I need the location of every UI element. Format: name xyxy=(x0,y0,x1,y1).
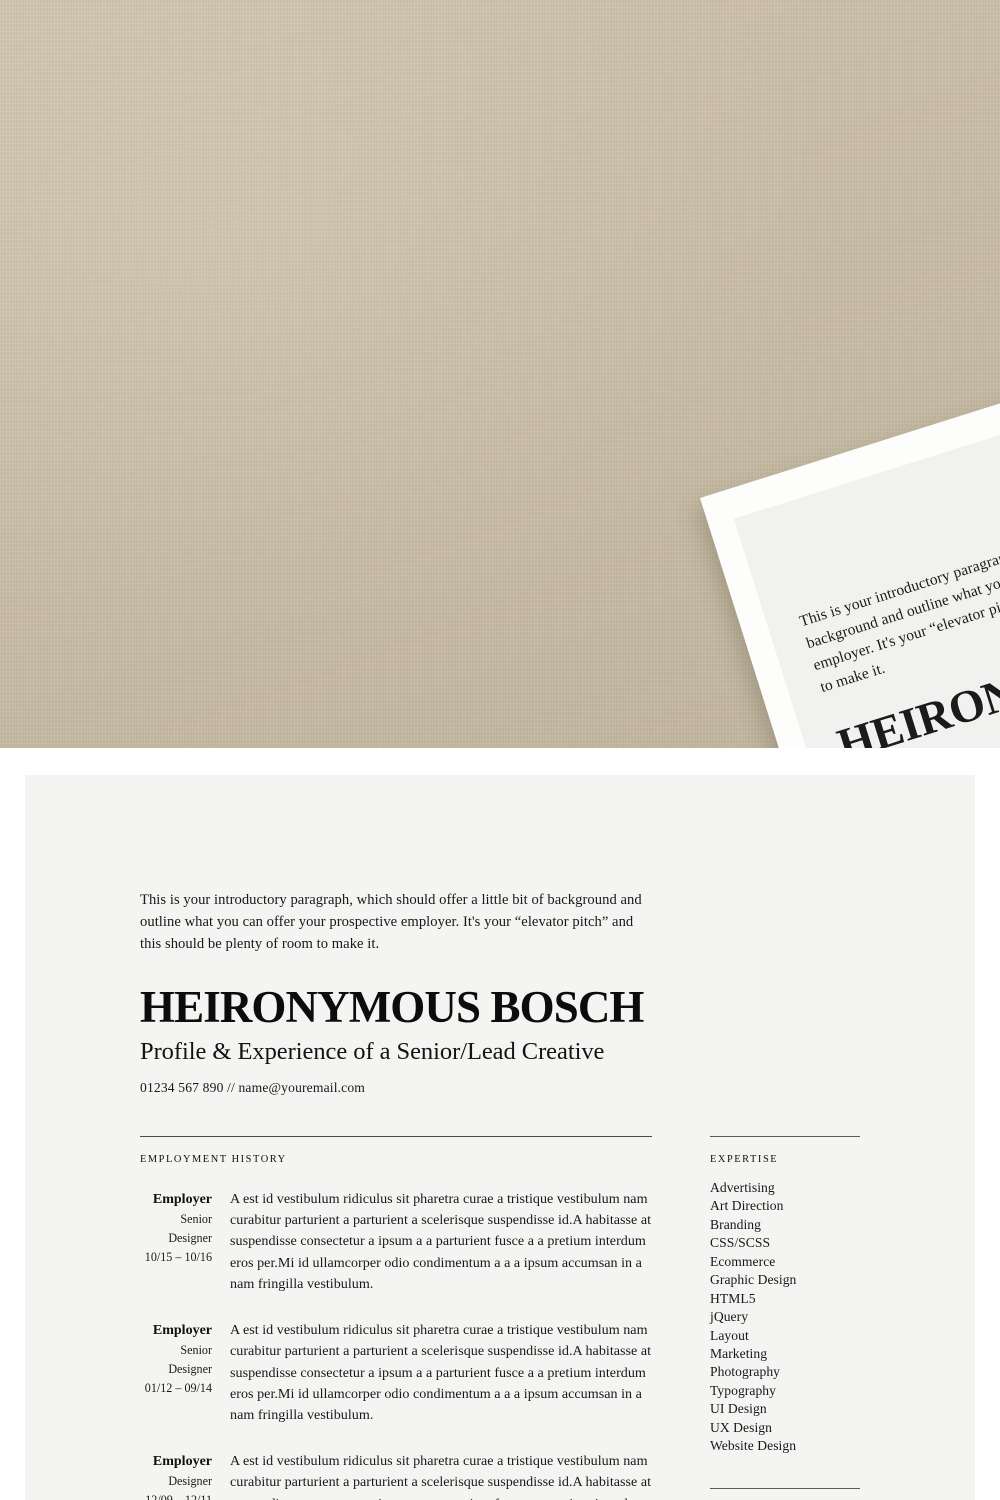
job-role: Senior Designer xyxy=(168,1342,212,1376)
expertise-list: Advertising Art Direction Branding CSS/S… xyxy=(710,1179,860,1456)
list-item: HTML5 xyxy=(710,1290,756,1306)
profile-subtitle: Profile & Experience of a Senior/Lead Cr… xyxy=(140,1038,605,1066)
job-employer: Employer xyxy=(152,1322,212,1338)
mockup-photo-band: This is your introductory paragraph, whi… xyxy=(0,0,1000,748)
list-item: Marketing xyxy=(710,1346,768,1361)
employment-history-heading: EMPLOYMENT HISTORY xyxy=(140,1153,287,1165)
contact-details: 01234 567 890 // name@youremail.com xyxy=(140,1079,366,1095)
job-dates: 12/09 – 12/11 xyxy=(145,1492,212,1500)
job-role: Senior Designer xyxy=(168,1211,212,1245)
job-dates: 01/12 – 09/14 xyxy=(144,1380,212,1395)
list-item: Graphic Design xyxy=(710,1272,797,1288)
list-item: Advertising xyxy=(710,1179,775,1195)
list-item: jQuery xyxy=(710,1309,749,1325)
job-meta: Employer Designer 12/09 – 12/11 xyxy=(140,1451,230,1500)
job-description: A est id vestibulum ridiculus sit pharet… xyxy=(230,1452,652,1500)
resume-document-panel: This is your introductory paragraph, whi… xyxy=(25,775,975,1500)
list-item: Photography xyxy=(710,1364,781,1380)
printed-resume-mockup: This is your introductory paragraph, whi… xyxy=(700,329,1000,748)
job-dates: 10/15 – 10/16 xyxy=(144,1249,212,1264)
employment-column: EMPLOYMENT HISTORY Employer Senior Desig… xyxy=(140,1135,652,1500)
intro-paragraph: This is your introductory paragraph, whi… xyxy=(140,892,642,952)
resume-content: This is your introductory paragraph, whi… xyxy=(140,890,890,1500)
portfolio-divider xyxy=(710,1487,860,1489)
list-item: Art Direction xyxy=(710,1198,784,1214)
list-item: Website Design xyxy=(710,1438,797,1454)
expertise-divider xyxy=(710,1135,860,1137)
body-columns: EMPLOYMENT HISTORY Employer Senior Desig… xyxy=(140,1135,890,1500)
job-meta: Employer Senior Designer 10/15 – 10/16 xyxy=(140,1189,230,1296)
list-item: Ecommerce xyxy=(710,1253,776,1269)
sidebar-column: EXPERTISE Advertising Art Direction Bran… xyxy=(710,1135,860,1500)
list-item: UI Design xyxy=(710,1401,767,1417)
resume-page: This is your introductory paragraph, whi… xyxy=(0,0,1000,1500)
job-employer: Employer xyxy=(152,1191,212,1207)
job-employer: Employer xyxy=(152,1453,212,1469)
job-description: A est id vestibulum ridiculus sit pharet… xyxy=(230,1190,652,1293)
expertise-heading: EXPERTISE xyxy=(710,1153,779,1165)
portfolio-section: PORTFOLIO xyxy=(710,1487,860,1500)
job-description: A est id vestibulum ridiculus sit pharet… xyxy=(230,1321,652,1424)
list-item: Typography xyxy=(710,1382,776,1398)
list-item: Branding xyxy=(710,1216,761,1232)
job-role: Designer xyxy=(168,1473,212,1488)
page-title: HEIRONYMOUS BOSCH xyxy=(140,981,644,1032)
list-item: UX Design xyxy=(710,1419,772,1435)
job-entry: Employer Senior Designer 01/12 – 09/14 A… xyxy=(140,1320,652,1427)
list-item: CSS/SCSS xyxy=(710,1235,771,1251)
list-item: Layout xyxy=(710,1327,749,1343)
job-entry: Employer Designer 12/09 – 12/11 A est id… xyxy=(140,1451,652,1500)
employment-divider xyxy=(140,1135,652,1137)
job-meta: Employer Senior Designer 01/12 – 09/14 xyxy=(140,1320,230,1427)
job-entry: Employer Senior Designer 10/15 – 10/16 A… xyxy=(140,1189,652,1296)
